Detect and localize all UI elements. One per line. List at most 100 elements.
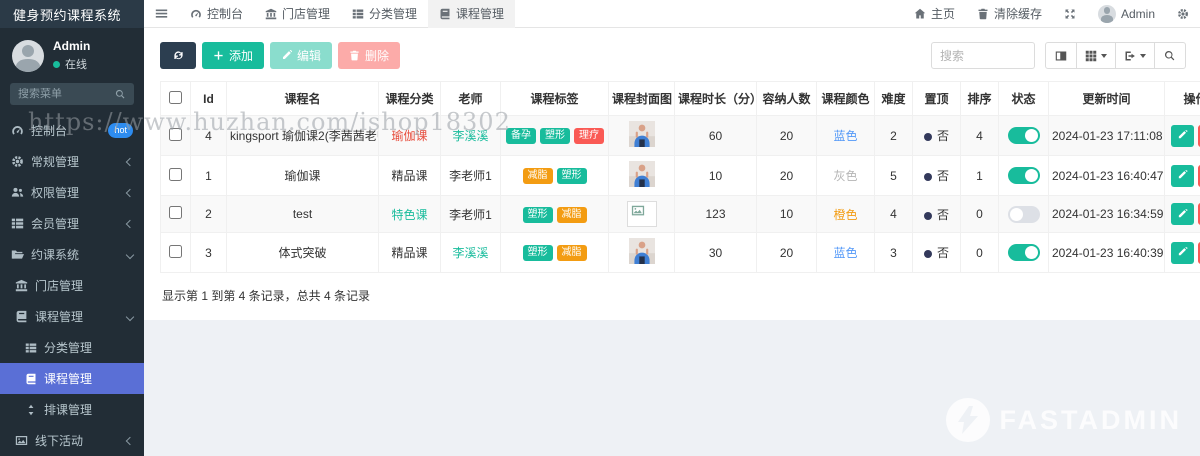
edit-button[interactable]: 编辑: [270, 42, 332, 69]
pinned-dot-icon: [924, 250, 932, 258]
add-button[interactable]: 添加: [202, 42, 264, 69]
book-icon: [15, 310, 28, 323]
tab-label: 课程管理: [456, 5, 504, 22]
status-toggle[interactable]: [1008, 206, 1040, 223]
tab-course-management[interactable]: 课程管理: [428, 0, 515, 28]
tab-categories[interactable]: 分类管理: [341, 0, 428, 28]
color-cell: 橙色: [817, 196, 875, 233]
sidebar-item-dashboard[interactable]: 控制台 hot: [0, 115, 144, 146]
chevron-left-icon: [126, 157, 134, 165]
row-edit-button[interactable]: [1171, 203, 1194, 225]
tags-cell: 塑形减脂: [501, 233, 609, 273]
course-tag: 塑形: [540, 128, 570, 144]
hot-badge: hot: [108, 123, 133, 138]
tags-cell: 塑形减脂: [501, 196, 609, 233]
sidebar-item-permissions[interactable]: 权限管理: [0, 177, 144, 208]
status-toggle[interactable]: [1008, 127, 1040, 144]
refresh-button[interactable]: [160, 42, 196, 69]
column-header: Id: [191, 82, 227, 116]
status-cell: [999, 116, 1049, 156]
columns-dropdown-button[interactable]: [1076, 42, 1116, 69]
sidebar-item-members[interactable]: 会员管理: [0, 208, 144, 239]
toggle-view-button[interactable]: [1045, 42, 1077, 69]
row-checkbox[interactable]: [169, 206, 182, 219]
sidebar-item-course-management[interactable]: 课程管理: [0, 363, 144, 394]
sidebar-item-category-management[interactable]: 分类管理: [0, 332, 144, 363]
row-checkbox[interactable]: [169, 128, 182, 141]
cover-cell: [609, 233, 675, 273]
sidebar-item-booking-system[interactable]: 约课系统: [0, 239, 144, 270]
sidebar-toggle-button[interactable]: [144, 0, 179, 28]
category-cell: 特色课: [379, 196, 441, 233]
updated-cell: 2024-01-23 16:40:39: [1049, 233, 1165, 273]
course-cover-image[interactable]: [629, 238, 655, 264]
export-dropdown-button[interactable]: [1115, 42, 1155, 69]
grid-icon: [1085, 50, 1097, 62]
pinned-text: 否: [937, 208, 949, 222]
tab-dashboard[interactable]: 控制台: [179, 0, 254, 28]
difficulty-cell: 4: [875, 196, 913, 233]
checkbox-cell: [161, 233, 191, 273]
sidebar-menu: 控制台 hot 常规管理 权限管理 会员管理 约课系统: [0, 115, 144, 456]
topbar-user-label: Admin: [1121, 7, 1155, 21]
settings-button[interactable]: [1166, 0, 1200, 28]
sidebar-item-general[interactable]: 常规管理: [0, 146, 144, 177]
sidebar-search-input[interactable]: [18, 88, 115, 100]
category-text: 精品课: [391, 169, 427, 183]
row-edit-button[interactable]: [1171, 125, 1194, 147]
list-icon: [11, 217, 24, 230]
home-link[interactable]: 主页: [903, 0, 966, 28]
pinned-cell: 否: [913, 233, 961, 273]
trash-icon: [349, 50, 360, 61]
course-name-cell: 体式突破: [227, 233, 379, 273]
sidebar-search: [10, 83, 134, 105]
tab-stores[interactable]: 门店管理: [254, 0, 341, 28]
sidebar-item-courses[interactable]: 课程管理: [0, 301, 144, 332]
updated-cell: 2024-01-23 17:11:08: [1049, 116, 1165, 156]
gears-icon: [11, 155, 24, 168]
row-checkbox[interactable]: [169, 168, 182, 181]
sidebar-item-label: 课程管理: [35, 308, 83, 325]
table-row: 4kingsport 瑜伽课2(李茜茜老师)瑜伽课李溪溪备孕塑形理疗 6020蓝…: [161, 116, 1200, 156]
edit-label: 编辑: [297, 47, 321, 64]
course-cover-image[interactable]: [629, 161, 655, 187]
sidebar-item-schedule-management[interactable]: 排课管理: [0, 394, 144, 425]
delete-button[interactable]: 删除: [338, 42, 400, 69]
pinned-dot-icon: [924, 133, 932, 141]
course-tag: 减脂: [557, 207, 587, 223]
course-table: Id 课程名 课程分类 老师 课程标签 课程封面图 课程时长（分） 容纳人数 课…: [160, 81, 1200, 273]
row-edit-button[interactable]: [1171, 165, 1194, 187]
table-search-input[interactable]: [931, 42, 1035, 69]
online-dot-icon: [53, 61, 60, 68]
row-checkbox[interactable]: [169, 245, 182, 258]
course-cover-image[interactable]: [629, 121, 655, 147]
sort-cell: 0: [961, 233, 999, 273]
fullscreen-button[interactable]: [1053, 0, 1087, 28]
clear-cache-button[interactable]: 清除缓存: [966, 0, 1053, 28]
pinned-text: 否: [937, 169, 949, 183]
broken-image-placeholder[interactable]: [627, 201, 657, 227]
status-toggle[interactable]: [1008, 167, 1040, 184]
checkbox-cell: [161, 156, 191, 196]
avatar: [12, 40, 44, 72]
main-content: 添加 编辑 删除: [144, 28, 1200, 456]
select-all-checkbox[interactable]: [169, 91, 182, 104]
difficulty-cell: 5: [875, 156, 913, 196]
actions-cell: [1165, 233, 1200, 273]
trash-icon: [977, 8, 989, 20]
course-tag: 备孕: [506, 128, 536, 144]
color-name-text: 蓝色: [833, 129, 857, 143]
id-cell: 4: [191, 116, 227, 156]
row-edit-button[interactable]: [1171, 242, 1194, 264]
status-cell: [999, 196, 1049, 233]
sidebar-item-offline-activities[interactable]: 线下活动: [0, 425, 144, 456]
status-toggle[interactable]: [1008, 244, 1040, 261]
bank-icon: [15, 279, 28, 292]
user-menu[interactable]: Admin: [1087, 0, 1166, 28]
column-header: 置顶: [913, 82, 961, 116]
column-header: 课程名: [227, 82, 379, 116]
column-header: 课程分类: [379, 82, 441, 116]
sidebar-item-stores[interactable]: 门店管理: [0, 270, 144, 301]
advanced-search-button[interactable]: [1154, 42, 1186, 69]
teacher-link: 李溪溪: [452, 246, 488, 260]
